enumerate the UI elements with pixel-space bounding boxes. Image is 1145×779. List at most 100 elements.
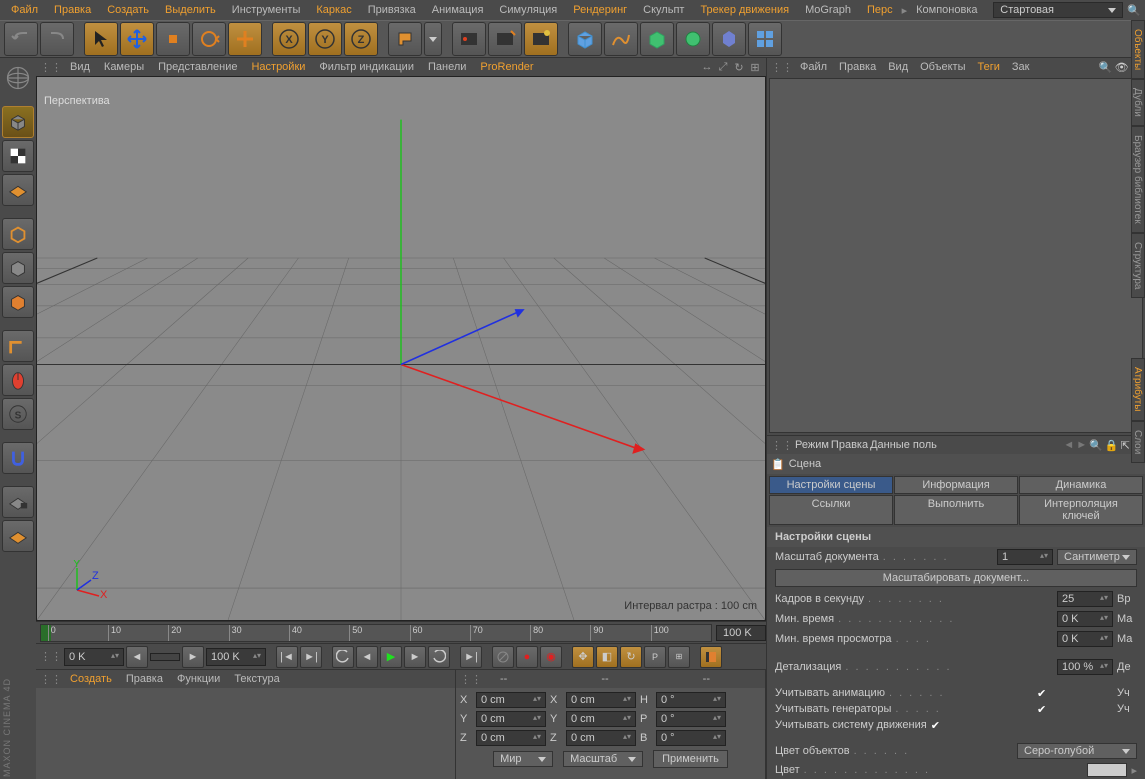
- menu-mograph[interactable]: MoGraph: [798, 2, 858, 18]
- vp-nav2-icon[interactable]: ⤢: [716, 60, 730, 74]
- vp-cameras[interactable]: Камеры: [98, 59, 150, 75]
- end-frame-field[interactable]: 100 K▴▾: [206, 648, 266, 666]
- menu-character[interactable]: Перс: [860, 2, 900, 18]
- menu-render[interactable]: Рендеринг: [566, 2, 634, 18]
- key-pla-button[interactable]: ⊞: [668, 646, 690, 668]
- render-picture-button[interactable]: [488, 22, 522, 56]
- generator-button[interactable]: [640, 22, 674, 56]
- obj-search-icon[interactable]: 🔍: [1099, 61, 1113, 74]
- snap-button[interactable]: S: [2, 398, 34, 430]
- rot-b-field[interactable]: 0 °▴▾: [656, 730, 726, 746]
- y-axis-toggle[interactable]: Y: [308, 22, 342, 56]
- record-button[interactable]: ●: [516, 646, 538, 668]
- next-range-button[interactable]: ►: [182, 646, 204, 668]
- vp-nav1-icon[interactable]: ↔: [700, 60, 714, 74]
- pos-z-field[interactable]: 0 cm▴▾: [476, 730, 546, 746]
- menu-edit[interactable]: Правка: [47, 2, 98, 18]
- pos-x-field[interactable]: 0 cm▴▾: [476, 692, 546, 708]
- obj-file[interactable]: Файл: [795, 59, 832, 75]
- timeline-end-field[interactable]: 100 K: [716, 625, 766, 641]
- step-fwd-key-button[interactable]: [428, 646, 450, 668]
- attr-up-icon[interactable]: ⇱: [1121, 439, 1130, 452]
- mat-create[interactable]: Создать: [64, 671, 118, 687]
- viewport[interactable]: Интервал растра : 100 cm Y X Z: [36, 76, 766, 621]
- rtab-browser[interactable]: Браузер библиотек: [1131, 126, 1145, 233]
- menu-mesh[interactable]: Каркас: [309, 2, 358, 18]
- anim-checkbox[interactable]: ✔: [1037, 687, 1049, 699]
- scale-doc-button[interactable]: Масштабировать документ...: [775, 569, 1137, 587]
- autokey-button[interactable]: ◉: [540, 646, 562, 668]
- motion-checkbox[interactable]: ✔: [931, 719, 943, 731]
- goto-end-button[interactable]: ►|: [300, 646, 322, 668]
- obj-objects[interactable]: Объекты: [915, 59, 970, 75]
- spline-button[interactable]: [604, 22, 638, 56]
- pos-y-field[interactable]: 0 cm▴▾: [476, 711, 546, 727]
- play-button[interactable]: ▶: [380, 646, 402, 668]
- menu-snap[interactable]: Привязка: [361, 2, 423, 18]
- timeline-ruler[interactable]: 0 10 20 30 40 50 60 70 80 90 100: [40, 624, 712, 642]
- mintime-field[interactable]: 0 K▴▾: [1057, 611, 1113, 627]
- key-param-button[interactable]: P: [644, 646, 666, 668]
- step-back-key-button[interactable]: [332, 646, 354, 668]
- menu-simulation[interactable]: Симуляция: [492, 2, 564, 18]
- scale-tool[interactable]: [156, 22, 190, 56]
- prev-frame-button[interactable]: ◄: [356, 646, 378, 668]
- render-settings-button[interactable]: [524, 22, 558, 56]
- attr-mode[interactable]: Режим: [795, 439, 829, 451]
- menu-select[interactable]: Выделить: [158, 2, 223, 18]
- menu-sculpt[interactable]: Скульпт: [636, 2, 691, 18]
- wireframe-button[interactable]: [2, 252, 34, 284]
- vp-maximize-icon[interactable]: ⊞: [748, 60, 762, 74]
- doc-scale-unit[interactable]: Сантиметр: [1057, 549, 1137, 565]
- attr-userdata[interactable]: Данные поль: [870, 439, 937, 451]
- vp-display[interactable]: Представление: [152, 59, 243, 75]
- psr-tool[interactable]: [228, 22, 262, 56]
- fps-field[interactable]: 25▴▾: [1057, 591, 1113, 607]
- menu-create[interactable]: Создать: [100, 2, 156, 18]
- vp-filter[interactable]: Фильтр индикации: [313, 59, 420, 75]
- doc-scale-field[interactable]: 1▴▾: [997, 549, 1053, 565]
- model-mode-button[interactable]: [2, 106, 34, 138]
- grid-lock-button[interactable]: [2, 486, 34, 518]
- rtab-structure[interactable]: Структура: [1131, 233, 1145, 298]
- globe-icon[interactable]: [2, 62, 34, 94]
- edge-tool-button[interactable]: [2, 330, 34, 362]
- rtab-attributes[interactable]: Атрибуты: [1131, 358, 1145, 420]
- z-axis-toggle[interactable]: Z: [344, 22, 378, 56]
- tab-execute[interactable]: Выполнить: [894, 495, 1018, 525]
- range-slider[interactable]: [150, 653, 180, 661]
- workplane-button[interactable]: [2, 174, 34, 206]
- grip-icon[interactable]: ⋮⋮: [40, 673, 62, 686]
- color-swatch[interactable]: [1087, 763, 1127, 777]
- vp-view[interactable]: Вид: [64, 59, 96, 75]
- coord-system-button[interactable]: [388, 22, 422, 56]
- tab-references[interactable]: Ссылки: [769, 495, 893, 525]
- select-tool[interactable]: [84, 22, 118, 56]
- workplane-snap-button[interactable]: [2, 520, 34, 552]
- vp-nav3-icon[interactable]: ↻: [732, 60, 746, 74]
- rtab-layers[interactable]: Слои: [1131, 421, 1145, 463]
- layout-dropdown[interactable]: Стартовая: [993, 2, 1123, 18]
- vp-panels[interactable]: Панели: [422, 59, 472, 75]
- obj-eye-icon[interactable]: 👁: [1115, 61, 1129, 74]
- coord-dropdown[interactable]: [424, 22, 442, 56]
- field-button[interactable]: [748, 22, 782, 56]
- world-dropdown[interactable]: Мир: [493, 751, 553, 767]
- object-tree[interactable]: [769, 78, 1143, 433]
- objcolor-dropdown[interactable]: Серо-голубой: [1017, 743, 1137, 759]
- move-tool[interactable]: [120, 22, 154, 56]
- cube-primitive-button[interactable]: [568, 22, 602, 56]
- attr-edit[interactable]: Правка: [831, 439, 868, 451]
- next-frame-button[interactable]: ►: [404, 646, 426, 668]
- redo-button[interactable]: [40, 22, 74, 56]
- grip-icon[interactable]: ⋮⋮: [40, 650, 62, 663]
- goto-start-button[interactable]: |◄: [276, 646, 298, 668]
- attr-back-icon[interactable]: ◄: [1063, 439, 1074, 452]
- scene-object-button[interactable]: [712, 22, 746, 56]
- obj-edit[interactable]: Правка: [834, 59, 881, 75]
- rtab-takes[interactable]: Дубли: [1131, 79, 1145, 126]
- obj-bookmarks[interactable]: Зак: [1007, 59, 1035, 75]
- mouse-tool-button[interactable]: [2, 364, 34, 396]
- record-disabled-button[interactable]: [492, 646, 514, 668]
- rtab-objects[interactable]: Объекты: [1131, 20, 1145, 79]
